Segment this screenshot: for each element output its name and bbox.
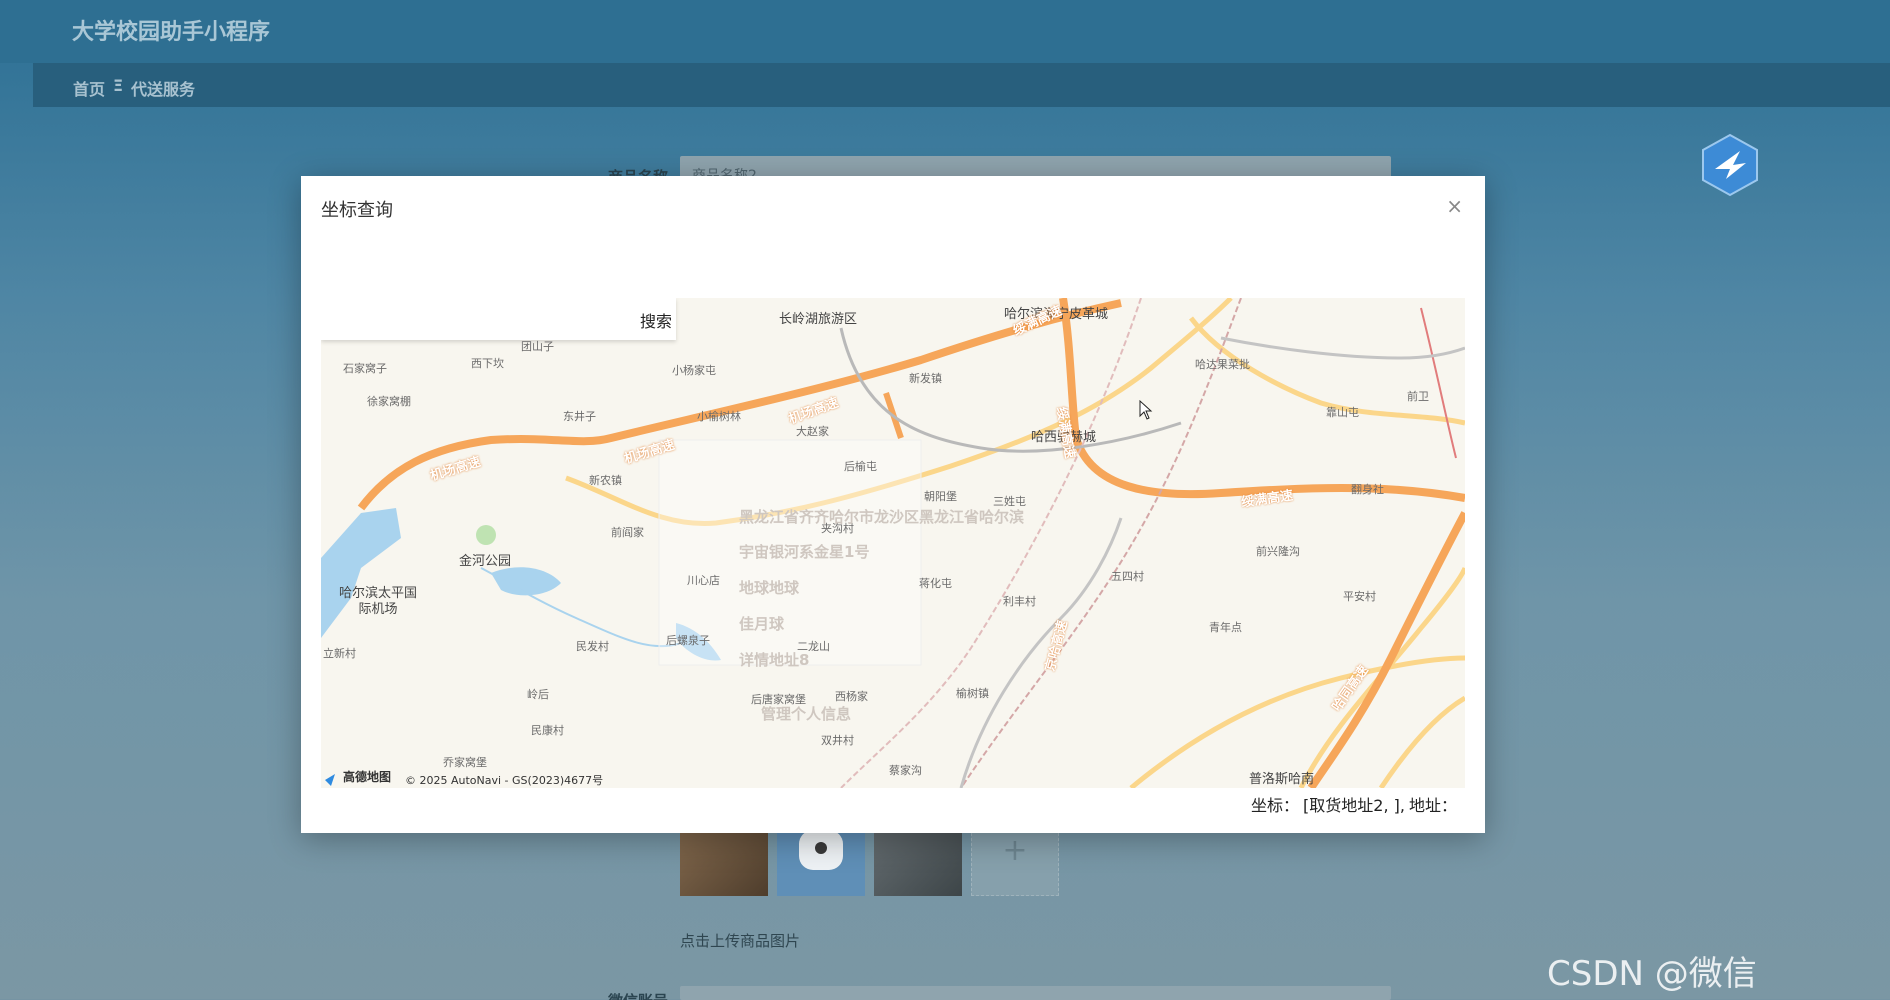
- map-label: 前卫: [1407, 390, 1429, 403]
- map-label: 石家窝子: [343, 362, 387, 375]
- app-title: 大学校园助手小程序: [72, 20, 271, 45]
- map-label: 蔡家沟: [889, 764, 922, 777]
- ghost-address-text: 地球地球: [739, 579, 800, 597]
- map-search-box: 搜索: [321, 298, 676, 340]
- dialog-title: 坐标查询: [321, 200, 393, 221]
- map-label: 前阎家: [611, 526, 644, 539]
- map-label: 蒋化屯: [919, 577, 952, 590]
- mouse-cursor-icon: [1139, 400, 1153, 420]
- map-view[interactable]: 搜索 长岭湖旅游区 哈尔滨海宁皮革城 团山子 石家窝子 西下坎 小杨家屯 新发镇…: [321, 298, 1465, 788]
- map-label: 双井村: [821, 734, 854, 747]
- map-label: 徐家窝棚: [367, 395, 411, 408]
- map-label: 小杨家屯: [672, 364, 716, 377]
- close-icon[interactable]: ×: [1446, 194, 1463, 218]
- map-label: 岭后: [527, 688, 549, 701]
- map-label: 靠山屯: [1326, 406, 1359, 419]
- map-search-button[interactable]: 搜索: [640, 308, 672, 332]
- wechat-label: 微信账号: [608, 990, 668, 1000]
- amap-logo: 高德地图: [343, 770, 392, 784]
- map-label: 团山子: [521, 340, 554, 353]
- map-label: 新农镇: [589, 474, 622, 487]
- breadcrumb-current[interactable]: 代送服务: [131, 76, 195, 100]
- coord-prefix: 坐标：: [1251, 796, 1300, 815]
- map-label: 前兴隆沟: [1256, 545, 1300, 558]
- ghost-address-text: 黑龙江省齐齐哈尔市龙沙区黑龙江省哈尔滨: [739, 508, 1025, 526]
- ghost-address-text: 详情地址8: [739, 651, 810, 669]
- ghost-address-text: 管理个人信息: [761, 705, 852, 723]
- map-copyright: © 2025 AutoNavi - GS(2023)4677号: [405, 774, 604, 787]
- map-label: 东井子: [563, 410, 596, 423]
- map-label: 榆树镇: [956, 687, 989, 700]
- gamepad-icon: [799, 830, 843, 870]
- map-label: 立新村: [323, 647, 356, 660]
- map-label: 西杨家: [835, 690, 868, 703]
- map-label: 民康村: [531, 724, 564, 737]
- map-label: 长岭湖旅游区: [779, 312, 858, 327]
- map-label: 乔家窝堡: [443, 756, 487, 769]
- map-label: 民发村: [576, 640, 609, 653]
- csdn-watermark: CSDN @微信bysj798: [1547, 954, 1757, 1000]
- bird-logo-icon: [1702, 133, 1758, 197]
- map-label: 平安村: [1343, 590, 1376, 603]
- map-label: 西下坎: [471, 357, 504, 370]
- breadcrumb-home-link[interactable]: 首页: [73, 76, 105, 100]
- upload-hint: 点击上传商品图片: [680, 932, 801, 950]
- map-label: 新发镇: [909, 372, 942, 385]
- breadcrumb-separator-icon: Ξ: [113, 76, 124, 95]
- breadcrumb: 首页 Ξ 代送服务: [33, 63, 1890, 107]
- map-label: 五四村: [1111, 570, 1144, 583]
- map-label: 哈达果菜批: [1195, 358, 1250, 371]
- map-label: 金河公园: [459, 554, 512, 569]
- map-label: 小榆树林: [697, 410, 741, 423]
- map-label: 哈尔滨太平国际机场: [338, 586, 417, 617]
- coordinate-query-dialog: 坐标查询 × 搜索 长岭湖旅游区 哈尔滨海宁皮革城 团山子 石家窝子 西下坎 小…: [301, 176, 1485, 833]
- address-prefix: 地址：: [1408, 796, 1457, 815]
- map-label: 青年点: [1209, 621, 1242, 634]
- top-header: 大学校园助手小程序: [0, 0, 1890, 63]
- map-label: 利丰村: [1003, 595, 1036, 608]
- map-label: 后螺泉子: [666, 634, 710, 647]
- wechat-input[interactable]: [680, 986, 1391, 1000]
- coordinate-readout: 坐标： [取货地址2, ], 地址：: [1247, 792, 1457, 816]
- map-label: 大赵家: [796, 425, 829, 438]
- ghost-address-text: 佳月球: [739, 615, 785, 633]
- map-label: 川心店: [687, 574, 720, 587]
- map-label: 后榆屯: [844, 460, 877, 473]
- ghost-address-text: 宇宙银河系金星1号: [739, 543, 870, 561]
- map-label: 翻身社: [1351, 483, 1384, 496]
- map-search-input[interactable]: [321, 298, 621, 340]
- map-label: 普洛斯哈南: [1249, 772, 1315, 787]
- map-label: 朝阳堡: [924, 490, 957, 503]
- coord-value: [取货地址2, ],: [1303, 796, 1405, 815]
